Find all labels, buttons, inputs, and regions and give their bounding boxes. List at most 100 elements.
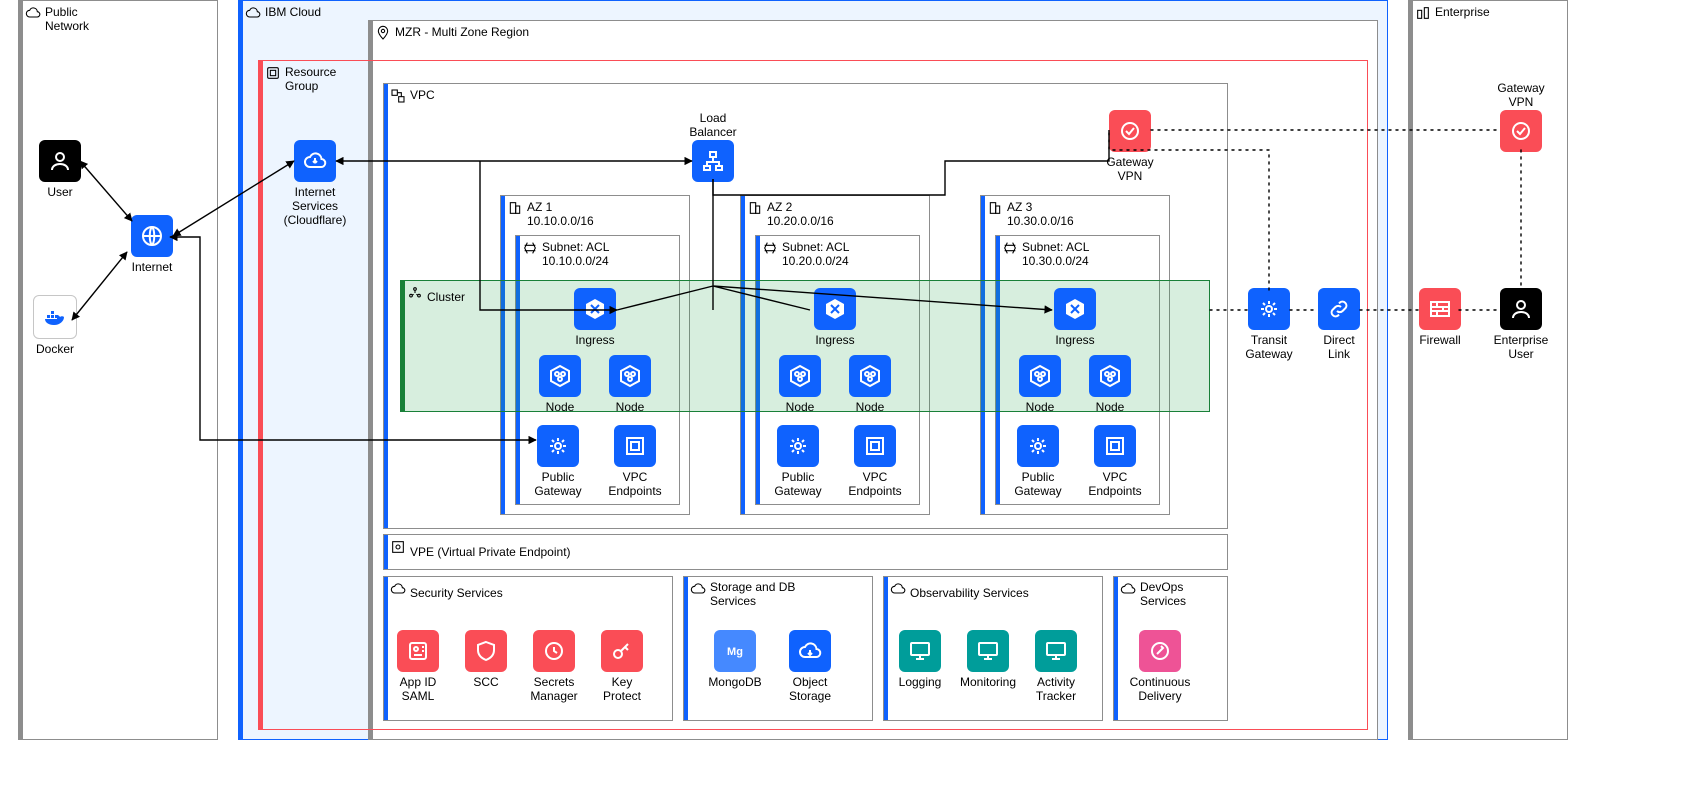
public-network-title: Public Network	[45, 5, 89, 34]
ingress-1-node-label: Ingress	[563, 334, 627, 348]
internet-node-label: Internet	[120, 261, 184, 275]
subnet-title: Subnet: ACL10.20.0.0/24	[782, 240, 849, 269]
node-a-2: Node	[768, 355, 832, 415]
observability-item-1-label: Monitoring	[956, 676, 1020, 690]
public-gateway-3-label: Public Gateway	[1006, 471, 1070, 499]
building-icon	[987, 200, 1003, 219]
mzr-title: MZR - Multi Zone Region	[395, 25, 529, 39]
location-icon	[375, 25, 391, 44]
user-node: User	[28, 140, 92, 200]
building-icon	[747, 200, 763, 219]
observability-item-0: Logging	[888, 630, 952, 690]
transit-gateway-node-label: Transit Gateway	[1237, 334, 1301, 362]
ingress-3-node-label: Ingress	[1043, 334, 1107, 348]
security-item-2-label: Secrets Manager	[522, 676, 586, 704]
ingress-2-node-icon	[814, 288, 856, 330]
observability-item-0-label: Logging	[888, 676, 952, 690]
observability-item-1-icon	[967, 630, 1009, 672]
public-gateway-3-icon	[1017, 425, 1059, 467]
storage-item-1-icon	[789, 630, 831, 672]
node-b-2-label: Node	[838, 401, 902, 415]
security-item-3-icon	[601, 630, 643, 672]
subnet-icon	[1002, 240, 1018, 259]
cloud-icon	[245, 5, 261, 24]
security-item-2: Secrets Manager	[522, 630, 586, 704]
public-gateway-2-icon	[777, 425, 819, 467]
storage-item-0-icon: Mg	[714, 630, 756, 672]
vpc-endpoints-2-icon	[854, 425, 896, 467]
devops-item-0-icon	[1139, 630, 1181, 672]
security-item-0-label: App ID SAML	[386, 676, 450, 704]
node-b-2: Node	[838, 355, 902, 415]
security-item-2-icon	[533, 630, 575, 672]
transit-gateway-node-icon	[1248, 288, 1290, 330]
gateway-vpn-node-icon	[1109, 110, 1151, 152]
direct-link-node-icon	[1318, 288, 1360, 330]
cloud-services-icon	[1120, 581, 1136, 600]
node-a-2-icon	[779, 355, 821, 397]
architecture-diagram: Public Network IBM Cloud MZR - Multi Zon…	[0, 0, 1685, 801]
internet-node-icon	[131, 215, 173, 257]
security-item-0: App ID SAML	[386, 630, 450, 704]
storage-services-title: Storage and DB Services	[710, 580, 795, 609]
user-node-label: User	[28, 186, 92, 200]
security-item-3-label: Key Protect	[590, 676, 654, 704]
node-b-3: Node	[1078, 355, 1142, 415]
observability-services-title: Observability Services	[910, 586, 1029, 600]
vpc-endpoints-3: VPC Endpoints	[1083, 425, 1147, 499]
cloud-services-icon	[390, 581, 406, 600]
devops-item-0-label: Continuous Delivery	[1128, 676, 1192, 704]
observability-item-0-icon	[899, 630, 941, 672]
vpc-endpoints-1-icon	[614, 425, 656, 467]
node-b-2-icon	[849, 355, 891, 397]
subnet-icon	[762, 240, 778, 259]
docker-node-icon	[33, 295, 77, 339]
storage-item-0: MgMongoDB	[703, 630, 767, 690]
ingress-2-node-label: Ingress	[803, 334, 867, 348]
vpc-endpoints-1-label: VPC Endpoints	[603, 471, 667, 499]
vpc-endpoints-1: VPC Endpoints	[603, 425, 667, 499]
enterprise-user-node-icon	[1500, 288, 1542, 330]
docker-node-label: Docker	[23, 343, 87, 357]
resource-group-title: Resource Group	[285, 65, 336, 94]
enterprise-gateway-vpn-node-icon	[1500, 110, 1542, 152]
security-services-title: Security Services	[410, 586, 503, 600]
vpc-title: VPC	[410, 88, 435, 102]
direct-link-node: Direct Link	[1307, 288, 1371, 362]
cluster-icon	[407, 285, 423, 304]
internet-services-node-label: Internet Services (Cloudflare)	[283, 186, 347, 227]
load-balancer-node: Load Balancer	[681, 140, 745, 214]
node-a-1-icon	[539, 355, 581, 397]
storage-item-1-label: Object Storage	[778, 676, 842, 704]
building-icon	[507, 200, 523, 219]
az-title: AZ 310.30.0.0/16	[1007, 200, 1074, 229]
gateway-vpn-node-label: Gateway VPN	[1098, 156, 1162, 184]
ingress-1-node: Ingress	[563, 288, 627, 348]
ingress-2-node: Ingress	[803, 288, 867, 348]
observability-item-2-label: Activity Tracker	[1024, 676, 1088, 704]
public-network-region: Public Network	[18, 0, 218, 740]
enterprise-icon	[1415, 5, 1431, 24]
vpe-title: VPE (Virtual Private Endpoint)	[410, 545, 571, 559]
transit-gateway-node: Transit Gateway	[1237, 288, 1301, 362]
security-item-1-label: SCC	[454, 676, 518, 690]
observability-item-2-icon	[1035, 630, 1077, 672]
vpc-endpoints-3-icon	[1094, 425, 1136, 467]
cloud-services-icon	[690, 581, 706, 600]
az-title: AZ 210.20.0.0/16	[767, 200, 834, 229]
az-title: AZ 110.10.0.0/16	[527, 200, 594, 229]
vpc-endpoints-3-label: VPC Endpoints	[1083, 471, 1147, 499]
observability-item-2: Activity Tracker	[1024, 630, 1088, 704]
internet-node: Internet	[120, 215, 184, 275]
node-b-3-label: Node	[1078, 401, 1142, 415]
public-gateway-1: Public Gateway	[526, 425, 590, 499]
direct-link-node-label: Direct Link	[1307, 334, 1371, 362]
cluster-title: Cluster	[427, 290, 465, 304]
node-a-1: Node	[528, 355, 592, 415]
node-b-1: Node	[598, 355, 662, 415]
group-icon	[265, 65, 281, 84]
vpc-endpoints-2-label: VPC Endpoints	[843, 471, 907, 499]
public-gateway-3: Public Gateway	[1006, 425, 1070, 499]
node-b-1-icon	[609, 355, 651, 397]
subnet-title: Subnet: ACL10.30.0.0/24	[1022, 240, 1089, 269]
